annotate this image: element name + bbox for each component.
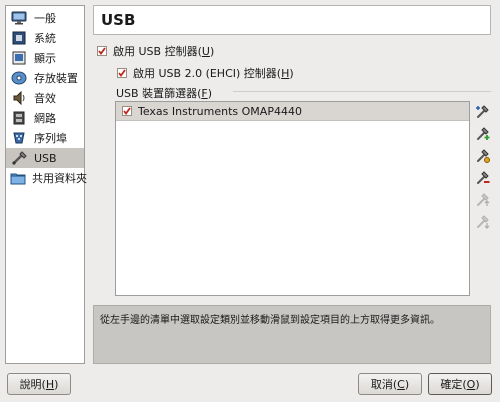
sidebar-item-storage[interactable]: 存放裝置 [6,68,84,88]
page-header: USB [93,5,491,35]
edit-filter-icon [476,148,490,166]
edit-filter-button[interactable] [475,148,491,166]
sidebar-item-label: 存放裝置 [34,72,78,85]
settings-category-list: 一般 系統 顯示 存放裝置 音效 網路 序列埠 USB 共用資料夾 [5,5,87,364]
enable-usb-controller-label: 啟用 USB 控制器(U) [113,45,215,58]
speaker-icon [10,90,28,106]
help-button[interactable]: 說明(H) [7,373,71,395]
page-title: USB [101,11,136,29]
sidebar-item-audio[interactable]: 音效 [6,88,84,108]
info-text: 從左手邊的清單中選取設定類別並移動滑鼠到設定項目的上方取得更多資訊。 [100,315,440,326]
filter-checkbox[interactable] [122,106,132,116]
move-up-icon [476,192,490,210]
usb-device-filters-label: USB 裝置篩選器(F) [116,87,212,100]
enable-usb-controller-checkbox[interactable]: 啟用 USB 控制器(U) [97,43,214,59]
move-down-icon [476,214,490,232]
folder-icon [10,170,26,186]
move-filter-down-button[interactable] [475,214,491,232]
sidebar-item-label: 音效 [34,92,56,105]
sidebar-item-label: 網路 [34,112,56,125]
add-from-device-icon [476,126,490,144]
filter-name: Texas Instruments OMAP4440 [138,104,302,118]
disc-icon [10,70,28,86]
display-icon [10,50,28,66]
serial-port-icon [10,130,28,146]
add-filter-button[interactable] [475,104,491,122]
sidebar-item-label: 顯示 [34,52,56,65]
sidebar-item-general[interactable]: 一般 [6,8,84,28]
section-divider [233,91,491,92]
chip-icon [10,30,28,46]
info-panel: 從左手邊的清單中選取設定類別並移動滑鼠到設定項目的上方取得更多資訊。 [93,305,491,364]
sidebar-item-network[interactable]: 網路 [6,108,84,128]
remove-filter-icon [476,170,490,188]
enable-ehci-label: 啟用 USB 2.0 (EHCI) 控制器(H) [133,67,294,80]
sidebar-item-system[interactable]: 系統 [6,28,84,48]
sidebar-item-label: USB [34,151,57,165]
sidebar-item-label: 共用資料夾 [32,172,87,185]
ok-button[interactable]: 確定(O) [428,373,492,395]
sidebar-item-label: 系統 [34,32,56,45]
usb-icon [10,150,28,166]
cancel-button[interactable]: 取消(C) [358,373,422,395]
network-icon [10,110,28,126]
add-from-device-button[interactable] [475,126,491,144]
cancel-button-label: 取消(C) [370,378,410,391]
add-filter-icon [476,104,490,122]
remove-filter-button[interactable] [475,170,491,188]
sidebar-item-shared-folders[interactable]: 共用資料夾 [6,168,87,188]
list-item[interactable]: Texas Instruments OMAP4440 [116,102,469,121]
sidebar-item-label: 序列埠 [34,132,67,145]
sidebar-item-label: 一般 [34,12,56,25]
sidebar-item-serial-ports[interactable]: 序列埠 [6,128,84,148]
checkbox-mark[interactable] [117,68,127,78]
help-button-label: 說明(H) [19,378,59,391]
checkbox-mark[interactable] [97,46,107,56]
sidebar-item-display[interactable]: 顯示 [6,48,84,68]
monitor-icon [10,10,28,26]
move-filter-up-button[interactable] [475,192,491,210]
ok-button-label: 確定(O) [440,378,480,391]
enable-ehci-checkbox[interactable]: 啟用 USB 2.0 (EHCI) 控制器(H) [117,65,294,81]
usb-filter-list[interactable]: Texas Instruments OMAP4440 [115,101,470,296]
sidebar-item-usb[interactable]: USB [6,148,84,168]
